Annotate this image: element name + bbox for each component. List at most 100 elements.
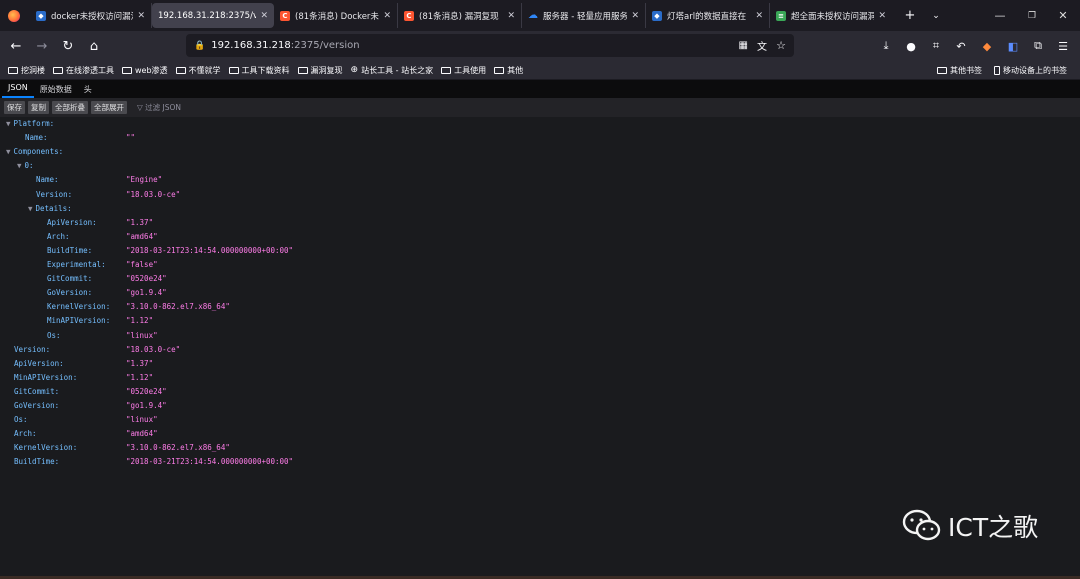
- close-icon[interactable]: ✕: [137, 11, 145, 21]
- json-key-label: Platform:: [13, 119, 55, 128]
- json-row[interactable]: MinAPIVersion: "1.12": [0, 314, 1080, 328]
- tab-title: docker未授权访问漏洞: [51, 11, 134, 22]
- viewer-tabs: JSON 原始数据 头: [0, 80, 1080, 98]
- mobile-bookmarks[interactable]: 移动设备上的书签: [994, 65, 1067, 76]
- json-row[interactable]: MinAPIVersion: "1.12": [0, 371, 1080, 385]
- close-icon[interactable]: ✕: [383, 11, 391, 21]
- close-icon[interactable]: ✕: [631, 11, 639, 21]
- json-row[interactable]: Arch: "amd64": [0, 427, 1080, 441]
- close-icon[interactable]: ✕: [507, 11, 515, 21]
- tab-1[interactable]: 192.168.31.218:2375/ver ✕: [152, 3, 274, 28]
- json-row[interactable]: Os: "linux": [0, 413, 1080, 427]
- undo-icon[interactable]: ↶: [952, 37, 970, 55]
- url-bar[interactable]: 🔒 192.168.31.218:2375/version ▦ 文 ☆: [186, 34, 794, 57]
- json-row[interactable]: ▼ 0:: [0, 159, 1080, 173]
- expand-toggle-icon[interactable]: ▼: [17, 161, 22, 170]
- bookmark-folder[interactable]: 工具使用: [441, 65, 486, 76]
- expand-toggle-icon[interactable]: ▼: [6, 119, 11, 128]
- json-row[interactable]: ApiVersion: "1.37": [0, 216, 1080, 230]
- wechat-watermark: ICT之歌: [902, 508, 1038, 544]
- tab-2[interactable]: C (81条消息) Docker未 ✕: [274, 3, 398, 28]
- bookmark-folder[interactable]: 工具下载资料: [228, 65, 290, 76]
- reload-icon[interactable]: ↻: [56, 34, 80, 58]
- bookmark-folder[interactable]: 其他: [494, 65, 523, 76]
- expand-all-button[interactable]: 全部展开: [91, 101, 127, 114]
- qr-code-icon[interactable]: ▦: [739, 40, 748, 51]
- bookmark-folder[interactable]: 在线渗透工具: [53, 65, 114, 76]
- new-tab-icon[interactable]: +: [898, 4, 922, 28]
- tab-0[interactable]: ◆ docker未授权访问漏洞 ✕: [30, 3, 152, 28]
- expand-toggle-icon[interactable]: ▼: [28, 204, 33, 213]
- json-row[interactable]: GoVersion: "go1.9.4": [0, 399, 1080, 413]
- folder-icon: [175, 66, 186, 74]
- bookmark-folder[interactable]: 不懂就学: [175, 65, 221, 76]
- watermark-text: ICT之歌: [948, 513, 1039, 542]
- json-row[interactable]: Name: "": [0, 131, 1080, 145]
- json-row[interactable]: KernelVersion: "3.10.0-862.el7.x86_64": [0, 300, 1080, 314]
- json-row[interactable]: BuildTime: "2018-03-21T23:14:54.000000000…: [0, 244, 1080, 258]
- save-button[interactable]: 保存: [4, 101, 25, 114]
- lock-icon[interactable]: 🔒: [194, 41, 205, 51]
- json-key-label: GoVersion:: [47, 288, 93, 298]
- expand-toggle-icon[interactable]: ▼: [6, 147, 11, 156]
- url-text[interactable]: 192.168.31.218:2375/version: [211, 40, 359, 51]
- json-row[interactable]: Name: "Engine": [0, 173, 1080, 187]
- tab-4[interactable]: ☁ 服务器 - 轻量应用服务 ✕: [522, 3, 646, 28]
- crop-icon[interactable]: ⌗: [927, 37, 945, 55]
- bookmark-folder[interactable]: web渗透: [122, 65, 168, 76]
- menu-icon[interactable]: ☰: [1054, 37, 1072, 55]
- json-key-label: Components:: [13, 147, 64, 157]
- tab-json[interactable]: JSON: [2, 80, 34, 98]
- json-key-label: BuildTime:: [14, 457, 60, 467]
- other-bookmarks[interactable]: 其他书签: [937, 65, 982, 76]
- filter-input[interactable]: ▽ 过滤 JSON: [137, 102, 181, 113]
- extension-fox-icon[interactable]: ◆: [978, 37, 996, 55]
- bookmark-folder[interactable]: 挖洞楼: [8, 65, 45, 76]
- home-icon[interactable]: ⌂: [82, 34, 106, 58]
- close-icon[interactable]: ✕: [260, 11, 268, 21]
- json-value: "2018-03-21T23:14:54.000000000+00:00": [126, 457, 294, 467]
- json-row[interactable]: ApiVersion: "1.37": [0, 357, 1080, 371]
- json-row[interactable]: Arch: "amd64": [0, 230, 1080, 244]
- download-icon[interactable]: ⤓: [877, 37, 895, 55]
- extensions-icon[interactable]: ⧉: [1029, 37, 1047, 55]
- copy-button[interactable]: 复制: [28, 101, 49, 114]
- minimize-icon[interactable]: —: [985, 0, 1015, 31]
- tab-6[interactable]: ≡ 超全面未授权访问漏洞 ✕: [770, 3, 892, 28]
- json-key: GitCommit:: [47, 272, 92, 286]
- forward-icon[interactable]: →: [30, 34, 54, 58]
- tab-3[interactable]: C (81条消息) 漏洞复现 ✕: [398, 3, 522, 28]
- json-row[interactable]: Experimental: "false": [0, 258, 1080, 272]
- json-value: "1.12": [126, 316, 154, 326]
- bookmark-folder[interactable]: 漏洞复现: [297, 65, 343, 76]
- close-icon[interactable]: ✕: [755, 11, 763, 21]
- json-row[interactable]: GitCommit: "0520e24": [0, 385, 1080, 399]
- tab-list-icon[interactable]: ⌄: [924, 4, 948, 28]
- back-icon[interactable]: ←: [4, 34, 28, 58]
- info-icon[interactable]: ●: [902, 37, 920, 55]
- json-row[interactable]: Version: "18.03.0-ce": [0, 343, 1080, 357]
- json-key: Name:: [25, 131, 48, 145]
- json-row[interactable]: ▼ Components:: [0, 145, 1080, 159]
- translate-extension-icon[interactable]: ◧: [1004, 37, 1022, 55]
- tab-headers[interactable]: 头: [78, 82, 98, 98]
- bookmark-link[interactable]: ⊕ 站长工具 - 站长之家: [351, 65, 434, 76]
- restore-icon[interactable]: ❐: [1017, 0, 1047, 31]
- json-row[interactable]: ▼ Details:: [0, 202, 1080, 216]
- json-row[interactable]: Os: "linux": [0, 329, 1080, 343]
- json-row[interactable]: Version: "18.03.0-ce": [0, 188, 1080, 202]
- close-window-icon[interactable]: ✕: [1048, 0, 1078, 31]
- tab-raw-data[interactable]: 原始数据: [34, 82, 78, 98]
- bookmark-star-icon[interactable]: ☆: [776, 39, 786, 52]
- firefox-icon[interactable]: [8, 9, 20, 22]
- json-key: BuildTime:: [47, 244, 92, 258]
- collapse-all-button[interactable]: 全部折叠: [52, 101, 88, 114]
- json-row[interactable]: BuildTime: "2018-03-21T23:14:54.000000000…: [0, 455, 1080, 469]
- json-row[interactable]: KernelVersion: "3.10.0-862.el7.x86_64": [0, 441, 1080, 455]
- json-row[interactable]: GoVersion: "go1.9.4": [0, 286, 1080, 300]
- translate-icon[interactable]: 文: [757, 38, 767, 53]
- tab-5[interactable]: ◆ 灯塔arl的数据直接在 ✕: [646, 3, 770, 28]
- close-icon[interactable]: ✕: [878, 11, 886, 21]
- json-row[interactable]: GitCommit: "0520e24": [0, 272, 1080, 286]
- json-row[interactable]: ▼ Platform:: [0, 117, 1080, 131]
